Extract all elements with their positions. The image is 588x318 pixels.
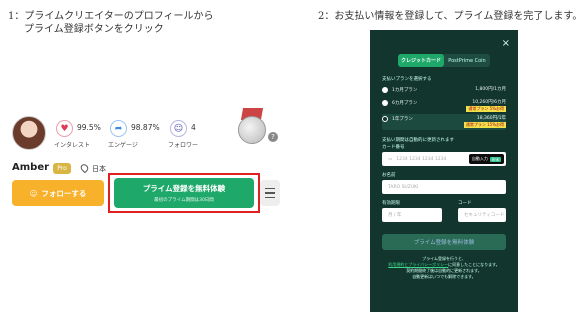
plan-price: 10,260円/6カ月 bbox=[472, 100, 506, 105]
notes-line4: 自動更新はいつでも解除できます。 bbox=[412, 274, 476, 279]
share-icon: ➦ bbox=[110, 120, 127, 137]
plan-name: 6カ月プラン bbox=[392, 101, 418, 106]
help-icon[interactable]: ? bbox=[268, 132, 278, 142]
payment-tabs: クレジットカード PostPrime Coin bbox=[398, 54, 490, 67]
plan-price: 1,800円/1カ月 bbox=[475, 87, 506, 92]
step2-caption: 2：お支払い情報を登録して、プライム登録を完了します。 bbox=[318, 11, 583, 22]
autofill-button[interactable]: 自動入力 link bbox=[468, 154, 504, 164]
step1-line2: プライム登録ボタンをクリック bbox=[24, 24, 164, 35]
user-add-icon: ☺ bbox=[29, 188, 38, 198]
country-label: 日本 bbox=[79, 162, 106, 174]
radio-icon bbox=[382, 100, 388, 106]
card-number-input[interactable]: ▭ 1234 1234 1234 1234 自動入力 link bbox=[382, 152, 506, 166]
prime-button-label: プライム登録を無料体験 bbox=[142, 184, 226, 193]
card-number-label: カード番号 bbox=[382, 145, 405, 150]
step1-caption: 1：プライムクリエイターのプロフィールから プライム登録ボタンをクリック bbox=[8, 10, 248, 36]
card-icon: ▭ bbox=[388, 156, 393, 162]
profile-card: ♥ 99.5% インタレスト ➦ 98.87% エンゲージ ☺ 4 フォロワー … bbox=[6, 108, 296, 216]
plan-discount: 通常プラン 5%お得 bbox=[466, 106, 506, 112]
stat-followers-value: 4 bbox=[191, 123, 196, 132]
tab-credit-card[interactable]: クレジットカード bbox=[398, 54, 444, 67]
follow-button[interactable]: ☺ フォローする bbox=[12, 180, 104, 206]
avatar[interactable] bbox=[12, 116, 46, 150]
radio-selected-icon bbox=[382, 116, 388, 122]
stat-interest: ♥ 99.5% インタレスト bbox=[54, 120, 108, 160]
prime-subscribe-button[interactable]: プライム登録を無料体験 最初のプライム期間は30日間 bbox=[114, 178, 254, 208]
radio-icon bbox=[382, 87, 388, 93]
expiry-label: 有効期限 bbox=[382, 201, 400, 206]
step1-line1: 1：プライムクリエイターのプロフィールから bbox=[8, 11, 214, 22]
plan-option-6m[interactable]: 6カ月プラン 10,260円/6カ月 通常プラン 5%お得 bbox=[382, 98, 506, 112]
stat-followers[interactable]: ☺ 4 フォロワー bbox=[168, 120, 222, 160]
stat-engage-label: エンゲージ bbox=[108, 142, 138, 149]
stat-engage: ➦ 98.87% エンゲージ bbox=[108, 120, 162, 160]
name-label: お名前 bbox=[382, 173, 396, 178]
stat-interest-label: インタレスト bbox=[54, 142, 91, 149]
tab-postprime-coin[interactable]: PostPrime Coin bbox=[444, 54, 490, 67]
profile-name: Amber bbox=[12, 162, 50, 173]
country-text: 日本 bbox=[92, 165, 106, 173]
plan-badge: Pro bbox=[53, 163, 71, 174]
follow-label: フォローする bbox=[41, 188, 87, 198]
plan-section-label: 支払いプランを選択する bbox=[382, 77, 432, 82]
stat-followers-label: フォロワー bbox=[168, 142, 199, 149]
prime-button-sublabel: 最初のプライム期間は30日間 bbox=[154, 198, 214, 203]
code-label: コード bbox=[458, 201, 472, 206]
plan-option-1y[interactable]: 1年プラン 18,360円/1年 通常プラン 15%お得 bbox=[382, 114, 506, 130]
stat-engage-value: 98.87% bbox=[131, 123, 160, 132]
heart-icon: ♥ bbox=[56, 120, 73, 137]
close-icon[interactable]: × bbox=[502, 38, 510, 49]
plan-name: 1年プラン bbox=[392, 117, 413, 122]
terms-link[interactable]: 利用規約とプライバシーポリシー bbox=[388, 262, 448, 267]
code-input[interactable]: セキュリティコード bbox=[458, 208, 506, 222]
name-input[interactable]: TARO SUZUKI bbox=[382, 180, 506, 194]
plan-price: 18,360円/1年 bbox=[476, 116, 506, 121]
location-pin-icon bbox=[79, 162, 90, 174]
plan-option-1m[interactable]: 1カ月プラン 1,800円/1カ月 bbox=[382, 85, 506, 99]
plan-name: 1カ月プラン bbox=[392, 88, 418, 93]
card-note: 支払い期間は自動的に更新されます bbox=[382, 138, 454, 143]
card-number-placeholder: 1234 1234 1234 1234 bbox=[396, 156, 447, 162]
autofill-label: 自動入力 bbox=[471, 156, 488, 161]
menu-icon[interactable] bbox=[260, 180, 280, 206]
stat-interest-value: 99.5% bbox=[77, 123, 101, 132]
medal-icon bbox=[238, 116, 266, 144]
terms-notes: プライム登録を行うと、 利用規約とプライバシーポリシーに同意したことになります。… bbox=[384, 256, 504, 280]
plan-discount: 通常プラン 15%お得 bbox=[463, 122, 506, 128]
expiry-input[interactable]: 月 / 年 bbox=[382, 208, 442, 222]
user-icon: ☺ bbox=[170, 120, 187, 137]
submit-button[interactable]: プライム登録を無料体験 bbox=[382, 234, 506, 250]
notes-line2: に同意したことになります。 bbox=[448, 262, 500, 267]
link-logo: link bbox=[489, 156, 501, 162]
payment-panel: × クレジットカード PostPrime Coin 支払いプランを選択する 1カ… bbox=[370, 30, 518, 312]
